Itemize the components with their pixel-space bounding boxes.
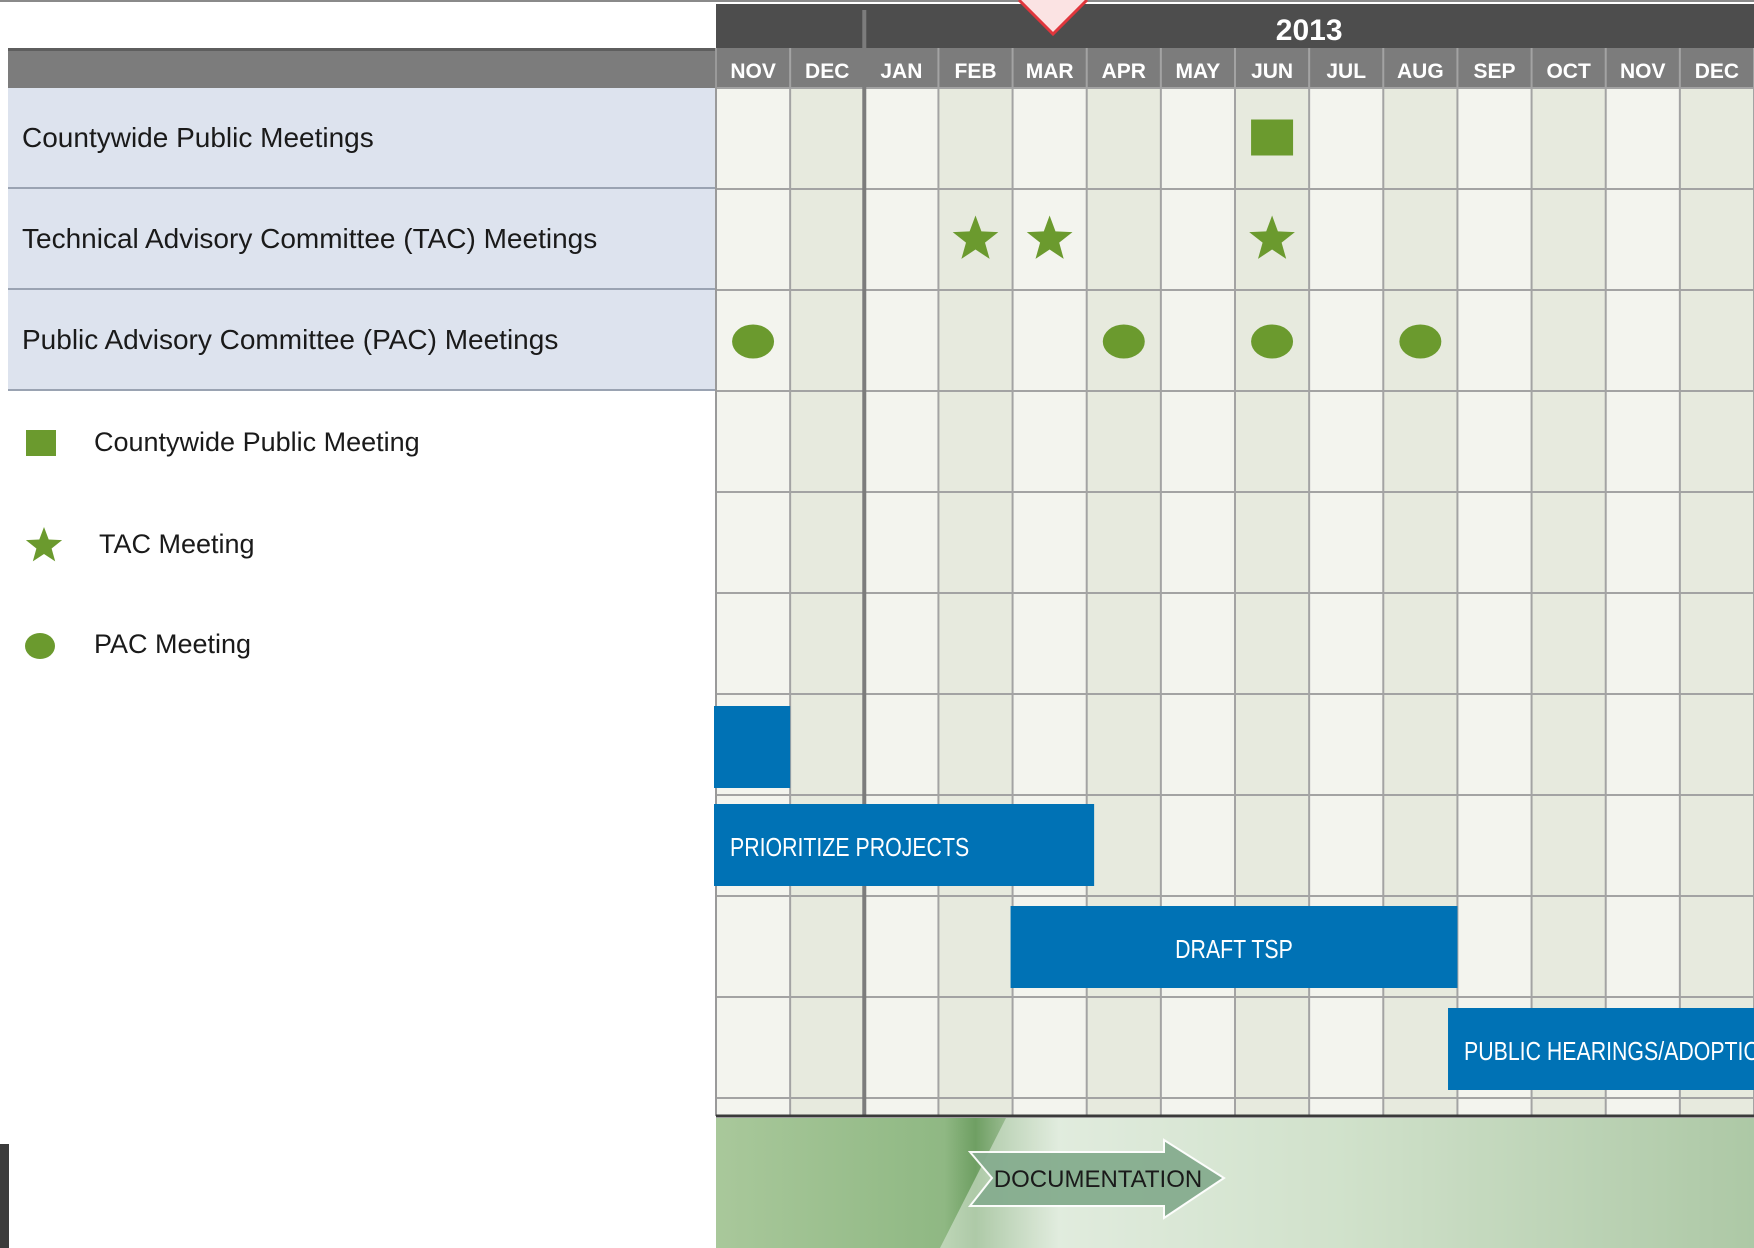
month-label-dec: DEC	[805, 60, 849, 83]
month-label-oct: OCT	[1546, 60, 1591, 83]
grid-column	[1531, 88, 1606, 1116]
chart-stage: Countywide Public Meetings Technical Advi…	[0, 0, 1754, 1248]
year-label: 2013	[1276, 14, 1343, 47]
month-label-jan: JAN	[880, 60, 922, 83]
month-label-aug: AUG	[1397, 60, 1444, 83]
month-label-jul: JUL	[1326, 60, 1366, 83]
grid-column	[864, 88, 939, 1116]
task-bar	[714, 706, 791, 788]
month-label-may: MAY	[1176, 60, 1221, 83]
page-corner-mark	[0, 1144, 9, 1248]
gantt-chart: 2013 NOV DEC JAN FEB MAR APR MAY JUN JUL AUG SEP OCT…	[714, 0, 1754, 1248]
pac-meeting-circle	[1399, 324, 1442, 359]
documentation-label: DOCUMENTATION	[994, 1166, 1202, 1193]
grid-column	[1457, 88, 1532, 1116]
year-band	[716, 4, 1754, 48]
month-label-nov: NOV	[1620, 60, 1666, 83]
task-bar-label: PRIORITIZE PROJECTS	[730, 833, 969, 863]
grid-column	[1605, 88, 1680, 1116]
pac-meeting-circle	[732, 324, 775, 359]
month-label-sep: SEP	[1473, 60, 1515, 83]
month-label-mar: MAR	[1026, 60, 1074, 83]
pac-meeting-circle	[1251, 324, 1294, 359]
task-bar-label: PUBLIC HEARINGS/ADOPTION	[1464, 1037, 1754, 1067]
month-label-dec: DEC	[1695, 60, 1739, 83]
month-label-jun: JUN	[1251, 60, 1293, 83]
grid-column	[790, 88, 865, 1116]
month-label-feb: FEB	[955, 60, 997, 83]
grid-column	[716, 88, 791, 1116]
countywide-meeting-marker	[1251, 119, 1294, 156]
pac-meeting-circle	[1102, 324, 1145, 359]
grid-column	[1679, 88, 1754, 1116]
month-label-nov: NOV	[730, 60, 776, 83]
month-label-apr: APR	[1102, 60, 1146, 83]
task-bar-label: DRAFT TSP	[1175, 935, 1293, 965]
